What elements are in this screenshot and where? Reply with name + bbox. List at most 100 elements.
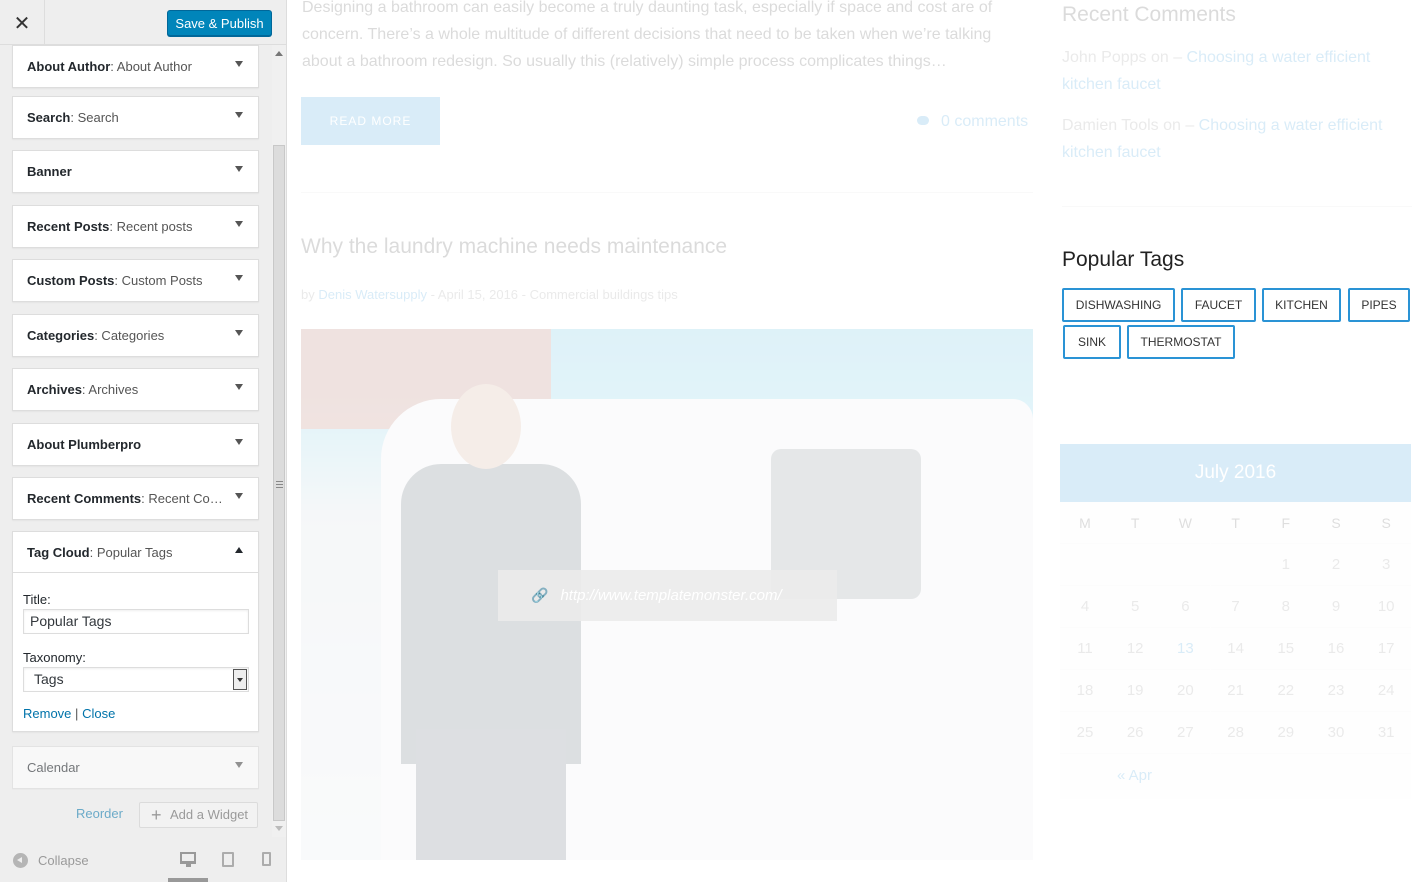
calendar-day[interactable]: 8 [1260, 586, 1311, 628]
widget-9[interactable]: Recent Comments: Recent Co… [12, 477, 259, 520]
chevron-down-icon[interactable] [235, 166, 243, 172]
post-title[interactable]: Why the laundry machine needs maintenanc… [301, 235, 727, 259]
add-widget-button[interactable]: + Add a Widget [139, 802, 258, 828]
widget-3[interactable]: Banner [12, 150, 259, 193]
calendar-day[interactable]: 4 [1060, 586, 1110, 628]
chevron-down-icon[interactable] [235, 439, 243, 445]
widget-6[interactable]: Categories: Categories [12, 314, 259, 357]
calendar-weekday: F [1260, 502, 1311, 544]
chevron-down-icon[interactable] [235, 330, 243, 336]
mobile-preview-icon[interactable] [262, 852, 271, 866]
tag-sink[interactable]: SINK [1063, 325, 1121, 359]
save-publish-button[interactable]: Save & Publish [167, 10, 272, 36]
calendar-day[interactable]: 10 [1361, 586, 1412, 628]
tag-thermostat[interactable]: THERMOSTAT [1127, 325, 1235, 359]
calendar-day[interactable]: 22 [1260, 670, 1311, 712]
tag-dishwashing[interactable]: DISHWASHING [1062, 288, 1175, 322]
dropdown-arrow-icon[interactable] [233, 669, 247, 690]
collapse-label[interactable]: Collapse [38, 853, 89, 868]
taxonomy-select[interactable]: Tags [23, 667, 249, 692]
tag-cloud-widget[interactable]: Tag Cloud: Popular Tags Title: Popular Tag… [12, 531, 259, 732]
desktop-preview-icon[interactable] [180, 852, 196, 867]
widget-4[interactable]: Recent Posts: Recent posts [12, 205, 259, 248]
comments-link[interactable]: 0 comments [917, 113, 1028, 131]
chevron-down-icon[interactable] [235, 221, 243, 227]
calendar-day[interactable]: 20 [1160, 670, 1211, 712]
calendar-day[interactable]: 1 [1260, 544, 1311, 586]
calendar-day [1060, 544, 1110, 586]
widget-5[interactable]: Custom Posts: Custom Posts [12, 259, 259, 302]
calendar-day[interactable]: 18 [1060, 670, 1110, 712]
chevron-down-icon[interactable] [235, 384, 243, 390]
calendar-day[interactable]: 6 [1160, 586, 1211, 628]
widget-name: Archives [27, 382, 82, 397]
chevron-down-icon[interactable] [235, 61, 243, 67]
widget-8[interactable]: About Plumberpro [12, 423, 259, 466]
calendar-day[interactable]: 23 [1311, 670, 1361, 712]
calendar-day[interactable]: 15 [1260, 628, 1311, 670]
calendar-widget-item[interactable]: Calendar [12, 746, 259, 789]
title-field[interactable]: Popular Tags [23, 609, 249, 634]
image-url: http://www.templatemonster.com/ [560, 587, 782, 604]
tablet-preview-icon[interactable] [222, 852, 234, 867]
widget-header[interactable]: Tag Cloud: Popular Tags [13, 532, 258, 573]
calendar-day [1160, 544, 1211, 586]
reorder-link[interactable]: Reorder [76, 806, 123, 821]
calendar-day[interactable]: 13 [1160, 628, 1211, 670]
scrollbar-thumb[interactable] [273, 145, 285, 821]
widget-title: Archives: Archives [27, 369, 138, 410]
chevron-down-icon[interactable] [235, 112, 243, 118]
widget-7[interactable]: Archives: Archives [12, 368, 259, 411]
calendar-day[interactable]: 29 [1260, 712, 1311, 754]
widget-name: About Plumberpro [27, 437, 142, 452]
widget-subtitle: : Search [70, 110, 119, 125]
chevron-down-icon[interactable] [235, 275, 243, 281]
chevron-up-icon[interactable] [235, 547, 243, 553]
widget-2[interactable]: Search: Search [12, 96, 259, 139]
close-widget-link[interactable]: Close [82, 706, 115, 721]
calendar-day [1110, 544, 1161, 586]
close-customizer-button[interactable]: ✕ [0, 0, 45, 45]
calendar-day[interactable]: 3 [1361, 544, 1412, 586]
calendar-weekday: S [1361, 502, 1412, 544]
calendar-day[interactable]: 19 [1110, 670, 1161, 712]
calendar-day[interactable]: 12 [1110, 628, 1161, 670]
calendar-day[interactable]: 31 [1361, 712, 1412, 754]
widget-subtitle: : Recent posts [109, 219, 193, 234]
calendar-day[interactable]: 21 [1210, 670, 1261, 712]
widget-1[interactable]: About Author: About Author [12, 45, 259, 88]
calendar-day[interactable]: 25 [1060, 712, 1110, 754]
calendar-day[interactable]: 28 [1210, 712, 1261, 754]
calendar-day[interactable]: 9 [1311, 586, 1361, 628]
calendar-day[interactable]: 14 [1210, 628, 1261, 670]
calendar-month: July 2016 [1060, 444, 1411, 502]
chevron-down-icon[interactable] [235, 762, 243, 768]
widget-title: Categories: Categories [27, 315, 164, 356]
image-link-overlay[interactable]: 🔗 http://www.templatemonster.com/ [498, 570, 837, 621]
collapse-icon[interactable] [13, 853, 28, 868]
calendar-day[interactable]: 16 [1311, 628, 1361, 670]
scroll-up-arrow-icon[interactable] [275, 51, 283, 56]
scroll-down-arrow-icon[interactable] [275, 826, 283, 831]
calendar-day[interactable]: 27 [1160, 712, 1211, 754]
remove-widget-link[interactable]: Remove [23, 706, 71, 721]
calendar-day[interactable]: 17 [1361, 628, 1412, 670]
tag-faucet[interactable]: FAUCET [1181, 288, 1256, 322]
calendar-day[interactable]: 11 [1060, 628, 1110, 670]
calendar-day[interactable]: 26 [1110, 712, 1161, 754]
calendar-day[interactable]: 5 [1110, 586, 1161, 628]
divider [301, 192, 1033, 193]
calendar-day[interactable]: 30 [1311, 712, 1361, 754]
calendar-prev-link[interactable]: « Apr [1117, 767, 1152, 784]
read-more-button[interactable]: READ MORE [301, 97, 440, 145]
calendar-weekday: S [1311, 502, 1361, 544]
tag-pipes[interactable]: PIPES [1348, 288, 1410, 322]
chevron-down-icon[interactable] [235, 493, 243, 499]
post-author-link[interactable]: Denis Watersupply [318, 287, 427, 302]
calendar-day[interactable]: 7 [1210, 586, 1261, 628]
calendar-day[interactable]: 24 [1361, 670, 1412, 712]
tag-kitchen[interactable]: KITCHEN [1262, 288, 1341, 322]
calendar-day[interactable]: 2 [1311, 544, 1361, 586]
sidebar-scrollbar[interactable] [272, 45, 286, 837]
sidebar-header: ✕ Save & Publish [0, 0, 286, 45]
